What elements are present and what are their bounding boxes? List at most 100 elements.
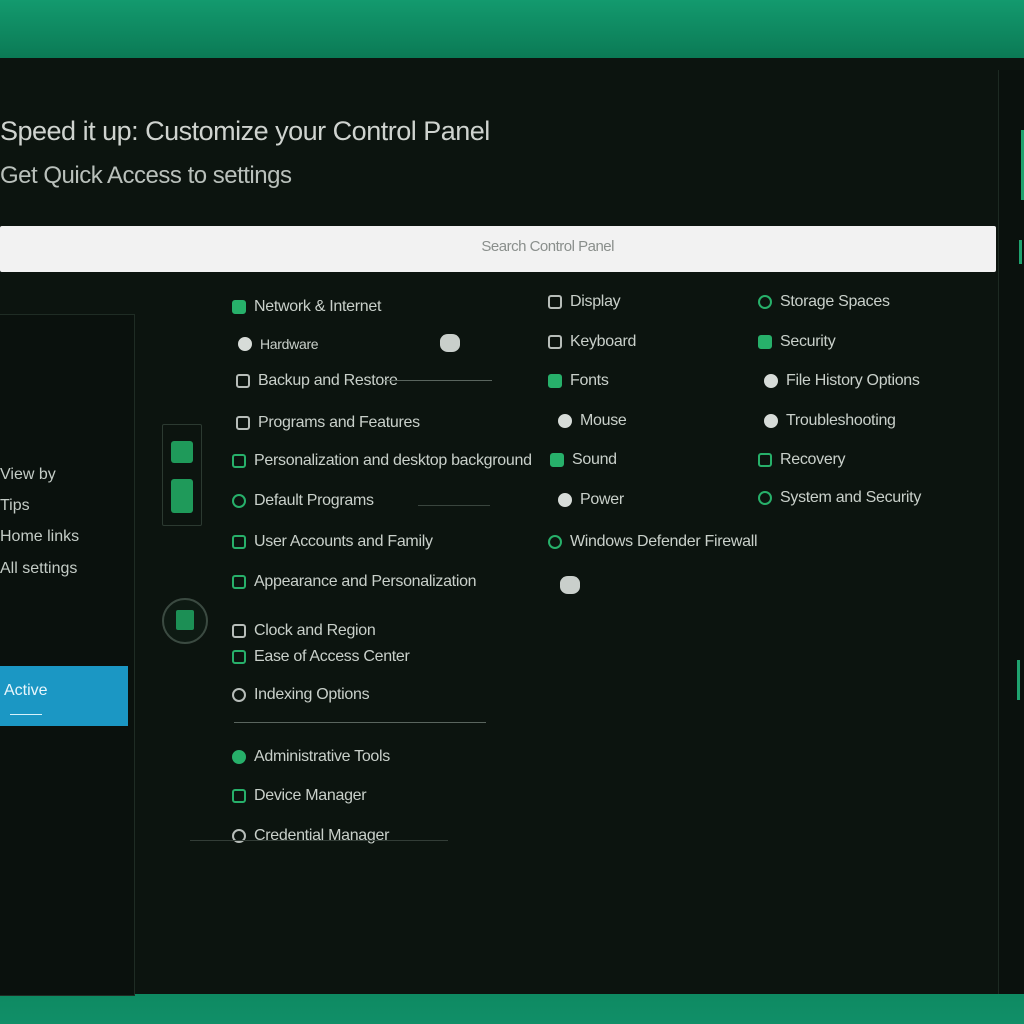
keyboard-icon	[548, 335, 562, 349]
list-item[interactable]: Windows Defender Firewall	[548, 533, 758, 551]
sidebar-active-underline	[10, 714, 42, 715]
list-item-label: Device Manager	[254, 787, 367, 804]
sidebar	[0, 314, 135, 996]
list-item-label: Programs and Features	[258, 414, 420, 431]
list-item[interactable]: Administrative Tools	[232, 748, 390, 766]
window-bottom-frame	[0, 994, 1024, 1024]
edge-accent	[1019, 240, 1022, 264]
sidebar-item-view-by[interactable]: View by	[0, 466, 56, 484]
storage-icon	[758, 295, 772, 309]
list-item-label: Recovery	[780, 451, 846, 468]
firewall-icon	[548, 535, 562, 549]
sidebar-item-home-links[interactable]: Home links	[0, 528, 79, 546]
list-item[interactable]: Hardware	[238, 336, 319, 352]
list-item-label: Security	[780, 333, 836, 350]
list-item[interactable]: Display	[548, 293, 621, 311]
defaults-icon	[232, 494, 246, 508]
list-item-label: System and Security	[780, 489, 922, 506]
list-item[interactable]: Backup and Restore	[236, 372, 398, 390]
divider	[190, 840, 448, 841]
sidebar-item-tips[interactable]: Tips	[0, 497, 30, 515]
list-item[interactable]: Credential Manager	[232, 827, 389, 845]
personalize-icon	[232, 454, 246, 468]
list-item-label: File History Options	[786, 372, 920, 389]
globe-inner	[176, 610, 194, 630]
recovery-icon	[758, 453, 772, 467]
list-item-label: Indexing Options	[254, 686, 370, 703]
list-item[interactable]: Power	[558, 491, 624, 509]
list-item-label: User Accounts and Family	[254, 533, 433, 550]
list-item[interactable]: Sound	[550, 451, 617, 469]
window-top-frame	[0, 0, 1024, 58]
admin-icon	[232, 750, 246, 764]
list-item-label: Credential Manager	[254, 827, 390, 844]
list-item-label: Windows Defender Firewall	[570, 533, 758, 550]
list-item-label: Ease of Access Center	[254, 648, 410, 665]
puzzle-icon[interactable]	[440, 334, 460, 352]
list-item-label: Mouse	[580, 412, 627, 429]
list-item[interactable]: System and Security	[758, 489, 921, 507]
system-icon	[758, 491, 772, 505]
hardware-icon	[238, 337, 252, 351]
sidebar-item-all-settings[interactable]: All settings	[0, 560, 77, 578]
device-icon	[232, 789, 246, 803]
list-item[interactable]: Mouse	[558, 412, 627, 430]
list-item[interactable]: Default Programs	[232, 492, 374, 510]
list-item[interactable]: Keyboard	[548, 333, 636, 351]
users-icon	[232, 535, 246, 549]
troubleshoot-icon	[764, 414, 778, 428]
sound-icon	[550, 453, 564, 467]
divider	[418, 505, 490, 506]
page-title: Speed it up: Customize your Control Pane…	[0, 116, 490, 146]
list-item[interactable]: Troubleshooting	[764, 412, 896, 430]
search-input[interactable]: Search Control Panel	[0, 226, 996, 272]
list-item[interactable]: Clock and Region	[232, 622, 376, 640]
divider	[384, 380, 492, 381]
network-icon	[232, 300, 246, 314]
mouse-icon	[558, 414, 572, 428]
list-item-label: Clock and Region	[254, 622, 376, 639]
list-item[interactable]: Fonts	[548, 372, 609, 390]
list-item[interactable]: Programs and Features	[236, 414, 420, 432]
power-icon	[558, 493, 572, 507]
sidebar-item-active[interactable]: Active	[0, 666, 128, 726]
rail-shield-icon[interactable]	[171, 479, 193, 513]
edge-accent	[1017, 660, 1020, 700]
control-panel-window	[0, 58, 1024, 994]
index-icon	[232, 688, 246, 702]
divider	[234, 722, 486, 723]
programs-icon	[236, 416, 250, 430]
security-icon	[758, 335, 772, 349]
list-item[interactable]: Network & Internet	[232, 298, 381, 316]
list-item-label: Fonts	[570, 372, 609, 389]
clock-icon	[232, 624, 246, 638]
list-item-label: Keyboard	[570, 333, 637, 350]
list-item-label: Storage Spaces	[780, 293, 890, 310]
rail-home-icon[interactable]	[171, 441, 193, 463]
list-item[interactable]: File History Options	[764, 372, 920, 390]
list-item[interactable]: Personalization and desktop background	[232, 452, 532, 470]
list-item[interactable]: Recovery	[758, 451, 845, 469]
globe-icon[interactable]	[162, 598, 208, 644]
backup-icon	[236, 374, 250, 388]
list-item-label: Display	[570, 293, 621, 310]
list-item[interactable]: Security	[758, 333, 836, 351]
gear-icon[interactable]	[560, 576, 580, 594]
list-item[interactable]: Device Manager	[232, 787, 367, 805]
list-item-label: Power	[580, 491, 624, 508]
appearance-icon	[232, 575, 246, 589]
history-icon	[764, 374, 778, 388]
list-item-label: Personalization and desktop background	[254, 452, 532, 469]
list-item[interactable]: Appearance and Personalization	[232, 573, 477, 591]
list-item[interactable]: Ease of Access Center	[232, 648, 410, 666]
list-item-label: Backup and Restore	[258, 372, 398, 389]
right-edge-panel	[998, 70, 1024, 994]
list-item[interactable]: User Accounts and Family	[232, 533, 433, 551]
list-item[interactable]: Storage Spaces	[758, 293, 890, 311]
fonts-icon	[548, 374, 562, 388]
page-subtitle: Get Quick Access to settings	[0, 162, 292, 189]
list-item[interactable]: Indexing Options	[232, 686, 370, 704]
list-item-label: Troubleshooting	[786, 412, 896, 429]
display-icon	[548, 295, 562, 309]
access-icon	[232, 650, 246, 664]
